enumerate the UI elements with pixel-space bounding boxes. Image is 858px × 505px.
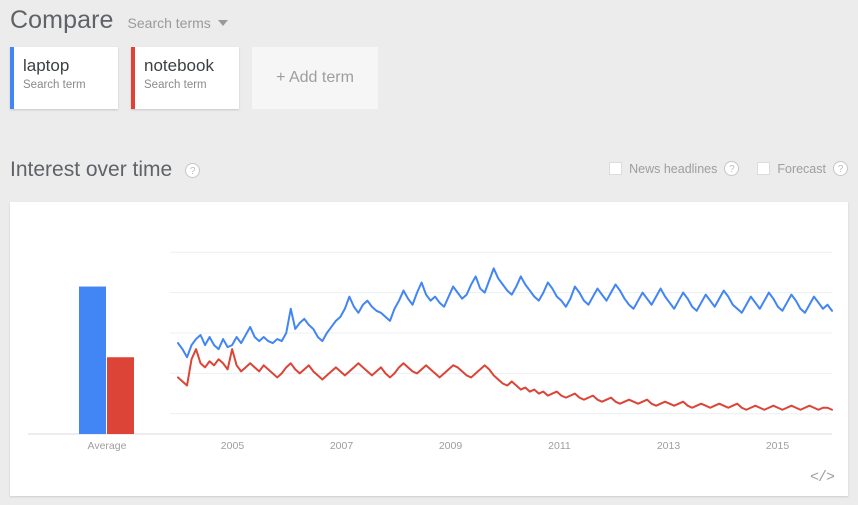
search-term-cards: laptop Search term notebook Search term …	[10, 47, 378, 109]
x-axis-tick-label: 2013	[657, 440, 681, 452]
search-term-name: laptop	[23, 56, 70, 75]
average-bar-notebook[interactable]	[107, 357, 134, 434]
trend-line-laptop[interactable]	[177, 267, 833, 359]
forecast-toggle[interactable]: Forecast ?	[757, 161, 848, 176]
search-term-subtitle: Search term	[144, 79, 207, 91]
forecast-label: Forecast	[777, 161, 826, 176]
term-color-stripe	[10, 47, 14, 109]
forecast-checkbox[interactable]	[757, 162, 771, 175]
add-term-button[interactable]: + Add term	[252, 47, 378, 109]
x-axis-tick-label: 2011	[548, 440, 571, 452]
question-mark-icon[interactable]: ?	[724, 161, 740, 176]
chevron-down-icon	[217, 20, 228, 26]
x-axis-tick-label: 2005	[221, 440, 245, 452]
embed-code-icon[interactable]: </>	[810, 469, 835, 486]
search-term-subtitle: Search term	[23, 79, 86, 91]
trend-line-notebook[interactable]	[177, 348, 833, 411]
news-headlines-toggle[interactable]: News headlines ?	[609, 161, 740, 176]
average-bar-laptop[interactable]	[79, 286, 106, 434]
average-axis-label: Average	[88, 440, 127, 452]
x-axis-tick-label: 2009	[439, 440, 463, 452]
search-term-card-notebook[interactable]: notebook Search term	[131, 47, 239, 109]
interest-over-time-header: Interest over time ?	[10, 158, 201, 182]
term-color-stripe	[131, 47, 135, 109]
google-trends-page: Compare Search terms laptop Search term …	[0, 0, 858, 505]
search-term-card-laptop[interactable]: laptop Search term	[10, 47, 118, 109]
add-term-label: + Add term	[276, 69, 354, 86]
question-mark-icon[interactable]: ?	[185, 162, 201, 178]
x-axis-tick-label: 2007	[330, 440, 354, 452]
news-headlines-label: News headlines	[629, 161, 718, 176]
page-title: Compare	[10, 6, 114, 34]
section-title: Interest over time	[10, 158, 173, 181]
x-axis-tick-label: 2015	[766, 440, 790, 452]
interest-over-time-chart-card: Average 2005 2007 2009 2011 2013 2015 </>	[10, 202, 848, 496]
chart-option-toggles: News headlines ? Forecast ?	[609, 161, 848, 176]
search-terms-dropdown-label: Search terms	[127, 15, 211, 31]
compare-header: Compare Search terms	[10, 6, 228, 35]
search-terms-dropdown[interactable]: Search terms	[128, 15, 228, 31]
search-term-name: notebook	[144, 56, 214, 75]
question-mark-icon[interactable]: ?	[833, 161, 848, 176]
news-headlines-checkbox[interactable]	[609, 162, 623, 175]
trends-chart[interactable]: Average 2005 2007 2009 2011 2013 2015	[10, 202, 848, 462]
